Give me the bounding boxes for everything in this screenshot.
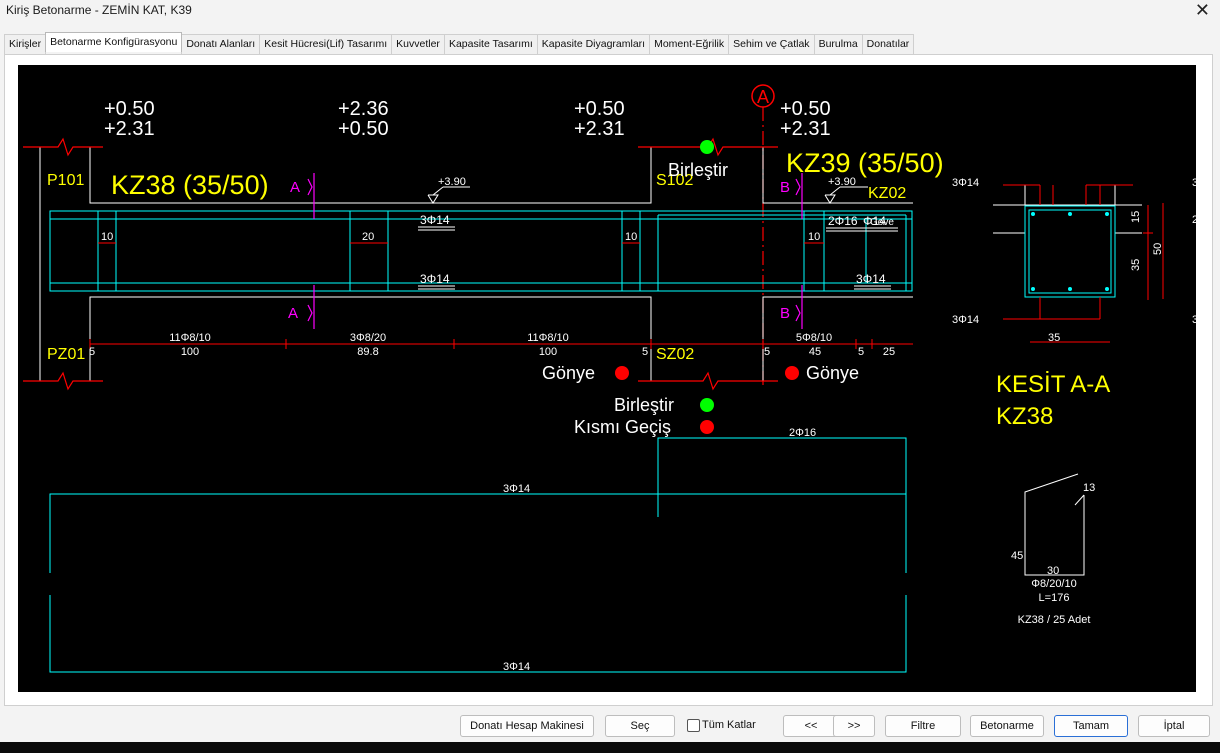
section-mark-a-top: A: [290, 179, 300, 196]
next-button[interactable]: >>: [833, 715, 875, 737]
beam-kz39-label: KZ39 (35/50): [786, 148, 944, 178]
stirrup-len-2: 89.8: [357, 346, 378, 358]
section-h-50: 50: [1152, 243, 1164, 255]
stirrup-hook-dim: 13: [1083, 482, 1095, 494]
tab-betonarme-konfigurasyonu[interactable]: Betonarme Konfigürasyonu: [45, 32, 183, 52]
edge-label-3: 3: [1192, 314, 1196, 326]
stirrup-spec-1: 11Φ8/10: [169, 332, 211, 344]
stirrup-len-3: 100: [539, 346, 557, 358]
section-top-bar: 3Φ14: [952, 177, 979, 189]
section-h-15: 15: [1130, 211, 1142, 223]
dim-20: 20: [362, 231, 374, 243]
bottom-bar-label: 3Φ14: [420, 272, 450, 286]
kismi-gecis-label: Kısmı Geçiş: [574, 417, 671, 437]
tab-kesit-hucresi[interactable]: Kesit Hücresi(Lif) Tasarımı: [259, 34, 393, 54]
section-beam-name: KZ38: [996, 403, 1053, 430]
column-kz02-label: KZ02: [868, 185, 906, 202]
tab-kapasite-diyagramlari[interactable]: Kapasite Diyagramları: [536, 34, 651, 54]
beam-drawing: +0.50 +2.31 +2.36 +0.50 +0.50 +2.31 +0.5…: [23, 84, 1196, 673]
elev-right-2: +2.31: [574, 118, 625, 140]
section-h-35: 35: [1130, 259, 1142, 271]
top-bar-label: 3Φ14: [420, 213, 450, 227]
tab-kirisler[interactable]: Kirişler: [4, 34, 47, 54]
dim-5-c: 5: [764, 346, 770, 358]
long-bottom-bar: 3Φ14: [503, 661, 530, 673]
stirrup-spec-3: 11Φ8/10: [527, 332, 569, 344]
column-pz01-label: PZ01: [47, 346, 85, 363]
iptal-button[interactable]: İptal: [1138, 715, 1210, 737]
gonye-left-label: Gönye: [542, 363, 595, 383]
stirrup-len-1: 100: [181, 346, 199, 358]
beam-kz38-label: KZ38 (35/50): [111, 170, 269, 200]
side-bar-label: Gove: [870, 217, 894, 228]
sec-button[interactable]: Seç: [605, 715, 675, 737]
column-sz02-label: SZ02: [656, 346, 694, 363]
long-mid-bar: 3Φ14: [503, 483, 530, 495]
stirrup-spec-2: 3Φ8/20: [350, 332, 386, 344]
filtre-button[interactable]: Filtre: [885, 715, 961, 737]
dim-10-a: 10: [101, 231, 113, 243]
dim-10-b: 10: [625, 231, 637, 243]
section-mark-b-top: B: [780, 179, 790, 196]
elev-right-1: +0.50: [574, 98, 625, 120]
elev-left-2: +2.31: [104, 118, 155, 140]
level-mark-1: +3.90: [438, 176, 466, 188]
column-p101-label: P101: [47, 172, 84, 189]
donati-hesap-makinesi-button[interactable]: Donatı Hesap Makinesi: [460, 715, 594, 737]
section-mark-a-bottom: A: [288, 305, 298, 322]
tab-kuvvetler[interactable]: Kuvvetler: [391, 34, 445, 54]
tum-katlar-label: Tüm Katlar: [702, 719, 756, 731]
section-bottom-bar: 3Φ14: [952, 314, 979, 326]
tab-donati-alanlari[interactable]: Donatı Alanları: [181, 34, 261, 54]
dim-5-b: 5: [642, 346, 648, 358]
birlestir-top-label: Birleştir: [668, 160, 728, 180]
elev-mid-2: +0.50: [338, 118, 389, 140]
edge-label-1: 3: [1192, 177, 1196, 189]
tab-moment-egrilik[interactable]: Moment-Eğrilik: [649, 34, 730, 54]
dim-5-a: 5: [89, 346, 95, 358]
stirrup-len-4: 45: [809, 346, 821, 358]
elev-over-1: +0.50: [780, 98, 831, 120]
title-bar: Kiriş Betonarme - ZEMİN KAT, K39 ✕: [0, 0, 1220, 30]
previous-button[interactable]: <<: [783, 715, 839, 737]
tamam-button[interactable]: Tamam: [1054, 715, 1128, 737]
window-title: Kiriş Betonarme - ZEMİN KAT, K39: [6, 3, 192, 17]
close-icon[interactable]: ✕: [1195, 0, 1210, 21]
stirrup-count: KZ38 / 25 Adet: [1018, 614, 1091, 626]
stirrup-length: L=176: [1039, 592, 1070, 604]
elev-over-2: +2.31: [780, 118, 831, 140]
gonye-right-label: Gönye: [806, 363, 859, 383]
birlestir-bottom-label: Birleştir: [614, 395, 674, 415]
section-width-dim: 35: [1048, 332, 1060, 344]
stirrup-spec: Φ8/20/10: [1031, 578, 1076, 590]
right-bottom-bar-label: 3Φ14: [856, 272, 886, 286]
stirrup-height-dim: 45: [1011, 550, 1023, 562]
background-strip: [0, 742, 1220, 753]
elev-mid-1: +2.36: [338, 98, 389, 120]
long-top-bar: 2Φ16: [789, 427, 816, 439]
span-end-dim: 25: [883, 346, 895, 358]
dim-5-d: 5: [858, 346, 864, 358]
elev-left-1: +0.50: [104, 98, 155, 120]
drawing-canvas[interactable]: +0.50 +2.31 +2.36 +0.50 +0.50 +2.31 +0.5…: [18, 65, 1196, 692]
edge-label-2: 2: [1192, 214, 1196, 226]
tab-burulma[interactable]: Burulma: [813, 34, 863, 54]
tab-sehim-ve-catlak[interactable]: Sehim ve Çatlak: [728, 34, 815, 54]
section-title: KESİT A-A: [996, 371, 1110, 398]
tab-donatilar[interactable]: Donatılar: [861, 34, 915, 54]
dim-10-c: 10: [808, 231, 820, 243]
stirrup-spec-4: 5Φ8/10: [796, 332, 832, 344]
tum-katlar-checkbox[interactable]: [687, 719, 700, 732]
right-top-bar-label: 2Φ16: [828, 214, 858, 228]
tab-strip: Kirişler Betonarme Konfigürasyonu Donatı…: [4, 32, 915, 54]
stirrup-width-dim: 30: [1047, 565, 1059, 577]
betonarme-button[interactable]: Betonarme: [970, 715, 1044, 737]
section-mark-b-bottom: B: [780, 305, 790, 322]
tab-kapasite-tasarimi[interactable]: Kapasite Tasarımı: [443, 34, 538, 54]
axis-a-label: A: [757, 87, 769, 107]
